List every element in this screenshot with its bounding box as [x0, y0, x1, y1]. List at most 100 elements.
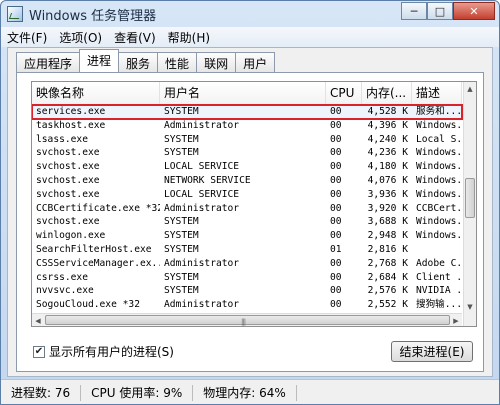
- column-cpu[interactable]: CPU: [326, 82, 362, 104]
- process-row[interactable]: svchost.exe LOCAL SERVICE 00 4,180 K Windows…: [32, 160, 462, 174]
- process-memory: 2,948 K: [367, 230, 408, 242]
- process-user-name: SYSTEM: [164, 243, 199, 255]
- process-cpu: 00: [330, 106, 342, 117]
- process-image-name: svchost.exe: [36, 188, 100, 200]
- process-row[interactable]: nvvsvc.exe SYSTEM 00 2,576 K NVIDIA ...: [32, 284, 462, 298]
- process-row[interactable]: SearchFilterHost.exe SYSTEM 01 2,816 K: [32, 243, 462, 257]
- process-cpu: 00: [330, 230, 342, 242]
- process-description: Local S...: [416, 133, 462, 145]
- client-area: 应用程序 进程 服务 性能 联网 用户 映像名称 用户名 CPU 内存(... …: [7, 47, 493, 377]
- process-image-name: nvvsvc.exe: [36, 285, 94, 297]
- process-row[interactable]: CSSServiceManager.ex... Administrator 00 2,…: [32, 257, 462, 271]
- tab-processes[interactable]: 进程: [79, 49, 120, 72]
- tab-networking[interactable]: 联网: [196, 52, 237, 72]
- title-bar[interactable]: Windows 任务管理器 ─ □ ✕: [1, 1, 499, 27]
- process-memory: 3,936 K: [367, 188, 408, 200]
- process-user-name: LOCAL SERVICE: [164, 161, 240, 173]
- scroll-up-icon[interactable]: ▲: [464, 82, 476, 95]
- process-memory: 2,576 K: [367, 285, 408, 297]
- tab-applications[interactable]: 应用程序: [16, 52, 81, 72]
- window-controls: ─ □ ✕: [401, 2, 495, 20]
- process-memory: 3,920 K: [367, 202, 408, 214]
- maximize-button[interactable]: □: [427, 2, 453, 20]
- process-memory: 4,528 K: [367, 106, 408, 117]
- process-row[interactable]: lsass.exe SYSTEM 00 4,240 K Local S...: [32, 133, 462, 147]
- process-cpu: 00: [330, 202, 342, 214]
- process-memory: 4,396 K: [367, 119, 408, 131]
- column-header: 映像名称 用户名 CPU 内存(... 描述: [32, 82, 462, 105]
- process-list[interactable]: 映像名称 用户名 CPU 内存(... 描述 services.exe SYSTE…: [31, 81, 477, 327]
- process-row[interactable]: csrss.exe SYSTEM 00 2,684 K Client ...: [32, 271, 462, 285]
- process-row[interactable]: svchost.exe SYSTEM 00 4,236 K Windows...: [32, 146, 462, 160]
- process-description: 服务和...: [416, 106, 462, 117]
- cpu-usage: CPU 使用率: 9%: [81, 385, 194, 401]
- process-row[interactable]: services.exe SYSTEM 00 4,528 K 服务和...: [32, 104, 463, 120]
- column-image-name[interactable]: 映像名称: [32, 82, 160, 104]
- tab-users[interactable]: 用户: [235, 52, 276, 72]
- menu-options[interactable]: 选项(O): [53, 29, 108, 46]
- process-cpu: 00: [330, 271, 342, 283]
- process-image-name: services.exe: [36, 106, 106, 117]
- process-description: NVIDIA ...: [416, 285, 462, 297]
- process-description: Windows...: [416, 174, 462, 186]
- scroll-down-icon[interactable]: ▼: [464, 300, 476, 313]
- process-user-name: SYSTEM: [164, 147, 199, 159]
- process-description: 搜狗输...: [416, 299, 462, 311]
- tab-strip: 应用程序 进程 服务 性能 联网 用户: [16, 49, 276, 72]
- process-image-name: SearchFilterHost.exe: [36, 243, 152, 255]
- process-user-name: SYSTEM: [164, 133, 199, 145]
- scroll-right-icon[interactable]: ▶: [450, 314, 462, 326]
- end-process-button[interactable]: 结束进程(E): [391, 341, 473, 362]
- process-cpu: 00: [330, 257, 342, 269]
- process-row[interactable]: taskhost.exe Administrator 00 4,396 K Window…: [32, 119, 462, 133]
- status-bar: 进程数: 76 CPU 使用率: 9% 物理内存: 64%: [1, 379, 499, 404]
- process-memory: 2,684 K: [367, 271, 408, 283]
- show-all-users-checkbox[interactable]: ✔: [33, 345, 45, 358]
- process-cpu: 00: [330, 285, 342, 297]
- horizontal-scrollbar[interactable]: ◀ ||| ▶: [32, 313, 462, 326]
- process-image-name: lsass.exe: [36, 133, 88, 145]
- process-user-name: SYSTEM: [164, 216, 199, 228]
- process-description: Windows...: [416, 161, 462, 173]
- process-row[interactable]: CCBCertificate.exe *32 Administrator 00 3,9…: [32, 202, 462, 216]
- process-description: Windows...: [416, 230, 462, 242]
- menu-file[interactable]: 文件(F): [1, 29, 53, 46]
- process-image-name: svchost.exe: [36, 161, 100, 173]
- process-row[interactable]: winlogon.exe SYSTEM 00 2,948 K Windows...: [32, 229, 462, 243]
- process-description: Windows...: [416, 188, 462, 200]
- column-description[interactable]: 描述: [412, 82, 462, 104]
- task-manager-window: Windows 任务管理器 ─ □ ✕ 文件(F) 选项(O) 查看(V) 帮助…: [0, 0, 500, 405]
- process-description: Windows...: [416, 216, 462, 228]
- tab-performance[interactable]: 性能: [157, 52, 198, 72]
- minimize-button[interactable]: ─: [401, 2, 427, 20]
- process-memory: 4,076 K: [367, 174, 408, 186]
- process-description: Client ...: [416, 271, 462, 283]
- process-user-name: Administrator: [164, 257, 240, 269]
- process-row[interactable]: svchost.exe SYSTEM 00 3,688 K Windows...: [32, 215, 462, 229]
- show-all-users-option[interactable]: ✔ 显示所有用户的进程(S): [33, 343, 174, 360]
- process-image-name: winlogon.exe: [36, 230, 106, 242]
- process-image-name: SogouCloud.exe *32: [36, 299, 140, 311]
- column-memory[interactable]: 内存(...: [362, 82, 412, 104]
- vertical-scrollbar[interactable]: ▲ ▼: [463, 82, 476, 326]
- tab-services[interactable]: 服务: [118, 52, 159, 72]
- menu-view[interactable]: 查看(V): [108, 29, 162, 46]
- process-row[interactable]: SogouCloud.exe *32 Administrator 00 2,552 K…: [32, 298, 462, 312]
- vertical-scroll-thumb[interactable]: [465, 178, 475, 218]
- process-image-name: svchost.exe: [36, 174, 100, 186]
- process-memory: 2,768 K: [367, 257, 408, 269]
- process-row[interactable]: svchost.exe LOCAL SERVICE 00 3,936 K Windows…: [32, 188, 462, 202]
- process-row[interactable]: svchost.exe NETWORK SERVICE 00 4,076 K Windo…: [32, 174, 462, 188]
- memory-usage: 物理内存: 64%: [193, 385, 297, 401]
- menu-help[interactable]: 帮助(H): [162, 29, 216, 46]
- process-user-name: SYSTEM: [164, 271, 199, 283]
- scroll-left-icon[interactable]: ◀: [32, 314, 44, 326]
- process-memory: 4,236 K: [367, 147, 408, 159]
- process-cpu: 00: [330, 216, 342, 228]
- column-user-name[interactable]: 用户名: [160, 82, 326, 104]
- close-button[interactable]: ✕: [453, 2, 495, 20]
- process-image-name: taskhost.exe: [36, 119, 106, 131]
- horizontal-scroll-thumb[interactable]: |||: [45, 315, 450, 326]
- process-user-name: SYSTEM: [164, 285, 199, 297]
- process-memory: 2,816 K: [367, 243, 408, 255]
